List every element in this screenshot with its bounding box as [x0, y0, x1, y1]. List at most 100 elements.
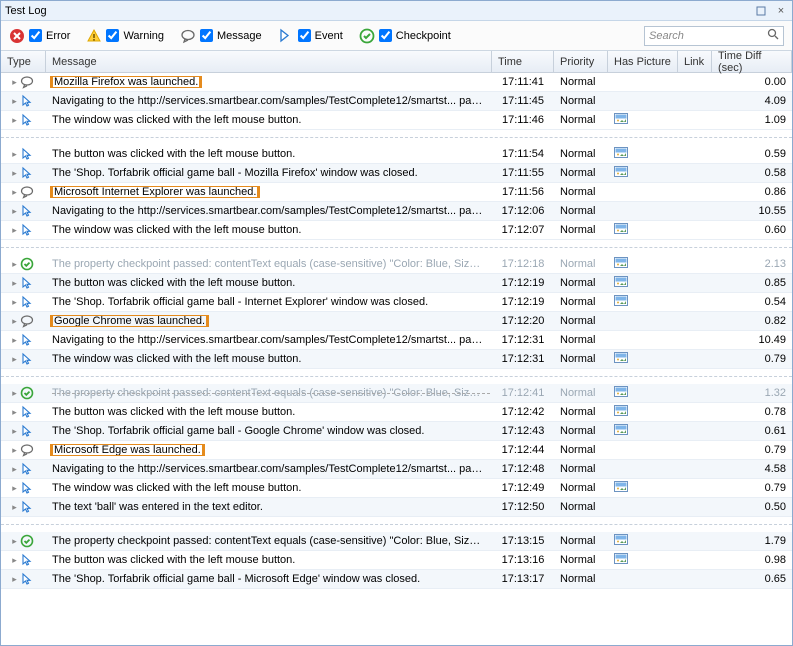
log-row[interactable]: ▸The window was clicked with the left mo…	[1, 111, 792, 130]
log-row[interactable]: ▸The button was clicked with the left mo…	[1, 403, 792, 422]
filter-label: Event	[315, 30, 343, 42]
checkpoint-icon	[19, 256, 35, 272]
col-message[interactable]: Message	[46, 51, 492, 72]
cursor-icon	[19, 112, 35, 128]
log-picture	[608, 481, 678, 495]
log-message: The window was clicked with the left mou…	[46, 353, 492, 365]
log-row[interactable]: ▸The window was clicked with the left mo…	[1, 479, 792, 498]
log-message: Navigating to the http://services.smartb…	[46, 95, 492, 107]
log-row[interactable]: ▸The button was clicked with the left mo…	[1, 145, 792, 164]
log-diff: 0.98	[712, 554, 792, 566]
log-row[interactable]: ▸Microsoft Edge was launched.17:12:44Nor…	[1, 441, 792, 460]
log-diff: 0.78	[712, 406, 792, 418]
col-time[interactable]: Time	[492, 51, 554, 72]
log-priority: Normal	[554, 353, 608, 365]
log-picture	[608, 276, 678, 290]
filter-label: Warning	[123, 30, 164, 42]
log-row[interactable]: ▸The button was clicked with the left mo…	[1, 551, 792, 570]
log-message: The 'Shop. Torfabrik official game ball …	[46, 167, 492, 179]
log-diff: 0.00	[712, 76, 792, 88]
warning-checkbox[interactable]	[106, 29, 119, 42]
error-checkbox[interactable]	[29, 29, 42, 42]
cursor-icon	[19, 332, 35, 348]
filter-error[interactable]: Error	[9, 28, 70, 44]
log-row[interactable]: ▸The 'Shop. Torfabrik official game ball…	[1, 422, 792, 441]
log-time: 17:11:45	[492, 95, 554, 107]
cursor-icon	[19, 552, 35, 568]
log-row[interactable]: ▸The 'Shop. Torfabrik official game ball…	[1, 164, 792, 183]
log-diff: 2.13	[712, 258, 792, 270]
log-message: The text 'ball' was entered in the text …	[46, 501, 492, 513]
checkpoint-icon	[19, 533, 35, 549]
col-link[interactable]: Link	[678, 51, 712, 72]
log-diff: 10.55	[712, 205, 792, 217]
cursor-icon	[19, 146, 35, 162]
filter-warning[interactable]: Warning	[86, 28, 164, 44]
log-diff: 0.85	[712, 277, 792, 289]
log-message: Microsoft Internet Explorer was launched…	[46, 186, 492, 198]
log-time: 17:12:48	[492, 463, 554, 475]
log-row[interactable]: ▸The window was clicked with the left mo…	[1, 350, 792, 369]
log-time: 17:12:42	[492, 406, 554, 418]
col-timediff[interactable]: Time Diff (sec)	[712, 51, 792, 72]
log-time: 17:12:18	[492, 258, 554, 270]
search-input[interactable]: Search	[644, 26, 784, 46]
log-row[interactable]: ▸Navigating to the http://services.smart…	[1, 202, 792, 221]
col-haspicture[interactable]: Has Picture	[608, 51, 678, 72]
log-priority: Normal	[554, 258, 608, 270]
log-message: The 'Shop. Torfabrik official game ball …	[46, 425, 492, 437]
log-message: The property checkpoint passed: contentT…	[46, 387, 492, 399]
log-row[interactable]: ▸Navigating to the http://services.smart…	[1, 92, 792, 111]
col-type[interactable]: Type	[1, 51, 46, 72]
log-message: The 'Shop. Torfabrik official game ball …	[46, 573, 492, 585]
log-picture	[608, 352, 678, 366]
log-message: The window was clicked with the left mou…	[46, 114, 492, 126]
log-priority: Normal	[554, 573, 608, 585]
log-row[interactable]: ▸The text 'ball' was entered in the text…	[1, 498, 792, 517]
close-button[interactable]: ×	[774, 4, 788, 18]
cursor-icon	[19, 294, 35, 310]
log-row[interactable]: ▸The 'Shop. Torfabrik official game ball…	[1, 570, 792, 589]
filter-event[interactable]: Event	[278, 28, 343, 44]
log-picture	[608, 534, 678, 548]
log-time: 17:12:31	[492, 353, 554, 365]
log-diff: 0.59	[712, 148, 792, 160]
event-checkbox[interactable]	[298, 29, 311, 42]
minimize-button[interactable]	[754, 4, 768, 18]
log-time: 17:11:41	[492, 76, 554, 88]
log-row[interactable]: ▸The 'Shop. Torfabrik official game ball…	[1, 293, 792, 312]
col-priority[interactable]: Priority	[554, 51, 608, 72]
filter-checkpoint[interactable]: Checkpoint	[359, 28, 451, 44]
message-icon	[19, 74, 35, 90]
log-message: Navigating to the http://services.smartb…	[46, 205, 492, 217]
log-row[interactable]: ▸Mozilla Firefox was launched.17:11:41No…	[1, 73, 792, 92]
log-row[interactable]: ▸Google Chrome was launched.17:12:20Norm…	[1, 312, 792, 331]
log-time: 17:12:19	[492, 277, 554, 289]
log-row[interactable]: ▸The property checkpoint passed: content…	[1, 532, 792, 551]
log-diff: 0.58	[712, 167, 792, 179]
message-checkbox[interactable]	[200, 29, 213, 42]
log-message: Google Chrome was launched.	[46, 315, 492, 327]
log-row[interactable]: ▸The window was clicked with the left mo…	[1, 221, 792, 240]
log-time: 17:12:41	[492, 387, 554, 399]
log-row[interactable]: ▸Microsoft Internet Explorer was launche…	[1, 183, 792, 202]
log-message: Mozilla Firefox was launched.	[46, 76, 492, 88]
log-priority: Normal	[554, 167, 608, 179]
log-picture	[608, 257, 678, 271]
log-row[interactable]: ▸The button was clicked with the left mo…	[1, 274, 792, 293]
log-picture	[608, 295, 678, 309]
log-time: 17:12:49	[492, 482, 554, 494]
cursor-icon	[19, 93, 35, 109]
log-diff: 0.61	[712, 425, 792, 437]
log-row[interactable]: ▸The property checkpoint passed: content…	[1, 255, 792, 274]
filter-message[interactable]: Message	[180, 28, 262, 44]
log-row[interactable]: ▸Navigating to the http://services.smart…	[1, 460, 792, 479]
checkpoint-checkbox[interactable]	[379, 29, 392, 42]
log-row[interactable]: ▸The property checkpoint passed: content…	[1, 384, 792, 403]
log-time: 17:12:44	[492, 444, 554, 456]
log-diff: 4.58	[712, 463, 792, 475]
filter-label: Error	[46, 30, 70, 42]
log-row[interactable]: ▸Navigating to the http://services.smart…	[1, 331, 792, 350]
cursor-icon	[19, 222, 35, 238]
log-message: The property checkpoint passed: contentT…	[46, 535, 492, 547]
